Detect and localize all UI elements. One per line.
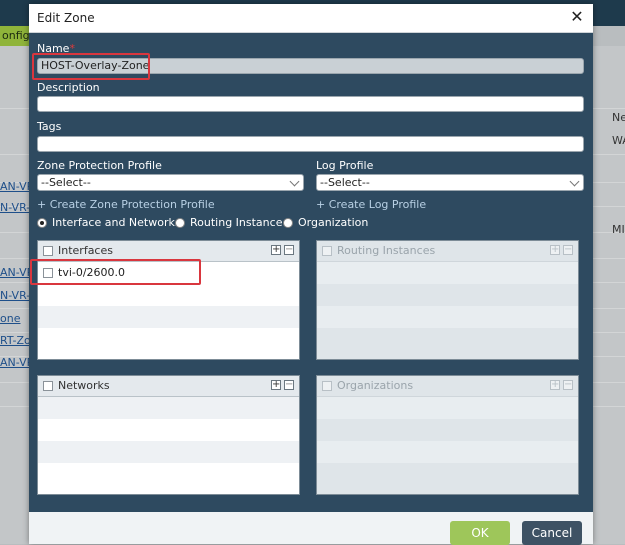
remove-icon[interactable]: −: [284, 380, 294, 390]
list-item: [317, 306, 578, 328]
ok-button[interactable]: OK: [450, 521, 510, 545]
list-item: [317, 463, 578, 485]
zone-protection-select[interactable]: --Select--: [37, 174, 304, 191]
select-all-checkbox: [322, 381, 332, 391]
interfaces-panel: Interfaces + − tvi-0/2600.0: [37, 240, 300, 360]
zone-protection-value: --Select--: [41, 176, 91, 189]
list-item: [38, 463, 299, 485]
select-all-checkbox[interactable]: [43, 246, 53, 256]
cell-fragment: WA: [612, 134, 625, 147]
row-checkbox[interactable]: [43, 268, 53, 278]
radio-routing-instance[interactable]: [175, 218, 185, 228]
interface-name: tvi-0/2600.0: [58, 266, 126, 279]
list-item: [317, 262, 578, 284]
close-icon[interactable]: ✕: [569, 8, 585, 26]
description-input[interactable]: [37, 96, 584, 112]
networks-panel-header: Networks + −: [38, 376, 299, 397]
radio-organization-label[interactable]: Organization: [298, 216, 368, 229]
add-icon[interactable]: +: [271, 245, 281, 255]
list-item: [38, 441, 299, 463]
dialog-title: Edit Zone: [37, 11, 95, 25]
list-item: [38, 306, 299, 328]
radio-interface-networks-label[interactable]: Interface and Networks: [52, 216, 181, 229]
interfaces-title: Interfaces: [58, 244, 113, 257]
row-link[interactable]: N-VR-: [0, 201, 30, 214]
remove-icon[interactable]: −: [284, 245, 294, 255]
cancel-button[interactable]: Cancel: [522, 521, 582, 545]
add-icon[interactable]: +: [271, 380, 281, 390]
tags-label: Tags: [37, 120, 62, 133]
list-item: [317, 284, 578, 306]
chevron-down-icon: [569, 176, 580, 187]
log-profile-value: --Select--: [320, 176, 370, 189]
edit-zone-dialog: Edit Zone ✕ Name* HOST-Overlay-Zone Desc…: [29, 4, 593, 545]
log-profile-select[interactable]: --Select--: [316, 174, 584, 191]
list-item: tvi-0/2600.0: [38, 262, 299, 284]
dialog-header: Edit Zone ✕: [29, 4, 593, 33]
remove-icon: −: [563, 244, 573, 255]
row-link[interactable]: N-VR-: [0, 289, 30, 302]
description-label: Description: [37, 81, 100, 94]
routing-instances-panel-header: Routing Instances + −: [317, 241, 578, 262]
list-item: [317, 328, 578, 350]
select-all-checkbox: [322, 246, 332, 256]
create-log-profile-link[interactable]: + Create Log Profile: [316, 198, 426, 211]
add-icon: +: [550, 379, 560, 390]
remove-icon: −: [563, 379, 573, 390]
list-item: [38, 397, 299, 419]
column-header-fragment: Ne: [612, 111, 625, 124]
radio-routing-instance-label[interactable]: Routing Instance: [190, 216, 282, 229]
row-link[interactable]: one: [0, 312, 20, 325]
routing-instances-panel: Routing Instances + −: [316, 240, 579, 360]
required-marker: *: [69, 42, 75, 55]
organizations-panel: Organizations + −: [316, 375, 579, 495]
chevron-down-icon: [289, 176, 300, 187]
networks-title: Networks: [58, 379, 110, 392]
log-profile-label: Log Profile: [316, 159, 374, 172]
list-item: [38, 328, 299, 350]
radio-organization[interactable]: [283, 218, 293, 228]
networks-panel: Networks + −: [37, 375, 300, 495]
list-item: [317, 419, 578, 441]
select-all-checkbox[interactable]: [43, 381, 53, 391]
organizations-panel-header: Organizations + −: [317, 376, 578, 397]
row-link[interactable]: RT-Zo: [0, 334, 31, 347]
list-item: [38, 284, 299, 306]
add-icon: +: [550, 244, 560, 255]
tags-input[interactable]: [37, 136, 584, 152]
list-item: [38, 419, 299, 441]
organizations-title: Organizations: [337, 379, 414, 392]
name-input[interactable]: HOST-Overlay-Zone: [37, 58, 584, 74]
list-item: [317, 397, 578, 419]
radio-interface-networks[interactable]: [37, 218, 47, 228]
routing-instances-title: Routing Instances: [337, 244, 436, 257]
name-label: Name*: [37, 42, 75, 55]
create-zone-protection-link[interactable]: + Create Zone Protection Profile: [37, 198, 215, 211]
cell-fragment: MI: [612, 223, 625, 236]
interfaces-panel-header: Interfaces + −: [38, 241, 299, 262]
zone-protection-label: Zone Protection Profile: [37, 159, 162, 172]
list-item: [317, 441, 578, 463]
